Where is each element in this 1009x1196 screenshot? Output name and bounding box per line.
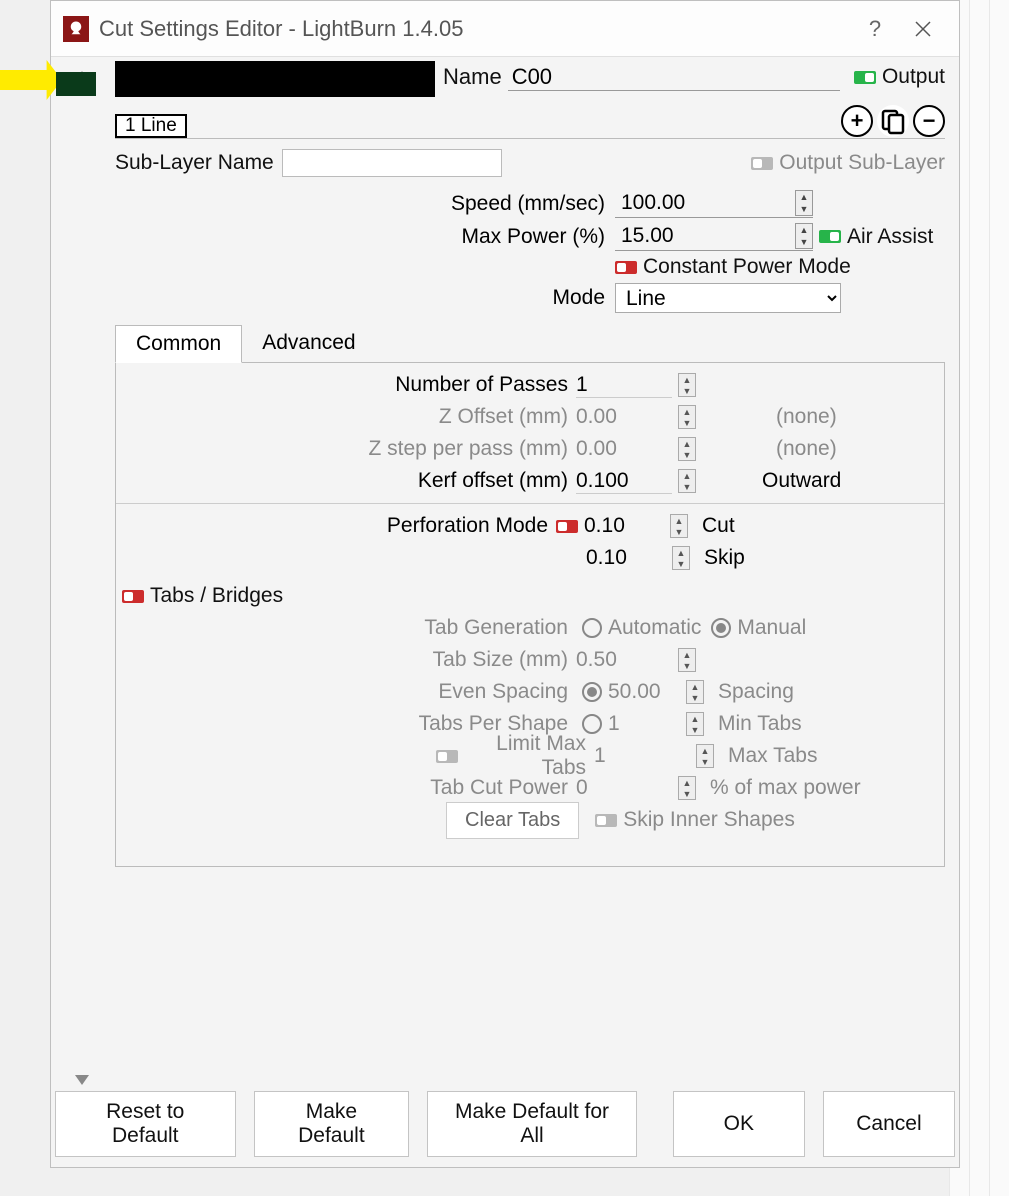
clear-tabs-button[interactable]: Clear Tabs (446, 802, 579, 839)
tabgen-auto-radio[interactable] (582, 618, 602, 638)
output-sublayer-label: Output Sub-Layer (779, 151, 945, 175)
reset-default-button[interactable]: Reset to Default (55, 1091, 236, 1157)
make-default-all-button[interactable]: Make Default for All (427, 1091, 636, 1157)
maxpower-spinner[interactable]: ▲▼ (795, 223, 813, 249)
zoffset-after: (none) (776, 405, 837, 429)
limitmax-label: Limit Max Tabs (464, 732, 594, 780)
help-button[interactable]: ? (851, 5, 899, 53)
evenspace-radio[interactable] (582, 682, 602, 702)
perf-label: Perforation Mode (116, 514, 556, 538)
speed-label: Speed (mm/sec) (115, 192, 615, 216)
constant-power-toggle[interactable] (615, 261, 637, 274)
perf-cut-label: Cut (702, 514, 735, 538)
zoffset-spinner: ▲▼ (678, 405, 696, 429)
tabsize-input: 0.50 (576, 648, 672, 672)
close-button[interactable] (899, 5, 947, 53)
perf-toggle[interactable] (556, 520, 578, 533)
mode-label: Mode (115, 286, 615, 310)
maxpower-label: Max Power (%) (115, 225, 615, 249)
zoffset-label: Z Offset (mm) (116, 405, 576, 429)
limitmax-input: 1 (594, 744, 690, 768)
titlebar: Cut Settings Editor - LightBurn 1.4.05 ? (51, 1, 959, 57)
tabgen-manual-radio[interactable] (711, 618, 731, 638)
common-panel: Number of Passes1▲▼ Z Offset (mm)0.00▲▼(… (115, 363, 945, 867)
tps-radio[interactable] (582, 714, 602, 734)
tabsize-label: Tab Size (mm) (116, 648, 576, 672)
tabgen-manual-label: Manual (737, 616, 806, 640)
zstep-spinner: ▲▼ (678, 437, 696, 461)
limitmax-toggle[interactable] (436, 750, 458, 763)
airassist-label: Air Assist (847, 225, 933, 249)
passes-label: Number of Passes (116, 373, 576, 397)
tps-spinner: ▲▼ (686, 712, 704, 736)
tabcut-label: Tab Cut Power (116, 776, 576, 800)
passes-spinner[interactable]: ▲▼ (678, 373, 696, 397)
output-toggle[interactable] (854, 71, 876, 84)
tabcut-input: 0 (576, 776, 672, 800)
maxpower-input[interactable] (615, 222, 795, 250)
layer-down-icon[interactable] (73, 1073, 91, 1087)
skipinner-toggle[interactable] (595, 814, 617, 827)
kerf-label: Kerf offset (mm) (116, 469, 576, 493)
sublayer-tab-1[interactable]: 1 Line (115, 114, 187, 138)
tabcut-after: % of max power (710, 776, 861, 800)
zstep-label: Z step per pass (mm) (116, 437, 576, 461)
perf-skip-spinner[interactable]: ▲▼ (672, 546, 690, 570)
airassist-toggle[interactable] (819, 230, 841, 243)
name-label: Name (443, 64, 502, 90)
tabs-toggle[interactable] (122, 590, 144, 603)
mode-select[interactable]: Line (615, 283, 841, 313)
name-input[interactable] (508, 63, 840, 91)
tps-after: Min Tabs (718, 712, 802, 736)
layer-rail (65, 61, 99, 1095)
zstep-after: (none) (776, 437, 837, 461)
limitmax-after: Max Tabs (728, 744, 818, 768)
perf-cut-spinner[interactable]: ▲▼ (670, 514, 688, 538)
constant-power-label: Constant Power Mode (643, 255, 851, 279)
perf-cut-input[interactable]: 0.10 (584, 514, 664, 538)
app-icon (63, 16, 89, 42)
speed-spinner[interactable]: ▲▼ (795, 190, 813, 216)
kerf-input[interactable]: 0.100 (576, 469, 672, 494)
make-default-button[interactable]: Make Default (254, 1091, 410, 1157)
evenspace-label: Even Spacing (116, 680, 576, 704)
copy-sublayer-button[interactable] (877, 105, 909, 137)
cancel-button[interactable]: Cancel (823, 1091, 955, 1157)
remove-sublayer-button[interactable]: − (913, 105, 945, 137)
tps-input: 1 (608, 712, 680, 736)
dialog-window: Cut Settings Editor - LightBurn 1.4.05 ?… (50, 0, 960, 1168)
tabgen-auto-label: Automatic (608, 616, 701, 640)
tab-common[interactable]: Common (115, 325, 242, 363)
sublayer-name-label: Sub-Layer Name (115, 151, 274, 175)
kerf-spinner[interactable]: ▲▼ (678, 469, 696, 493)
output-label: Output (882, 65, 945, 89)
passes-input[interactable]: 1 (576, 373, 672, 398)
skipinner-label: Skip Inner Shapes (623, 808, 795, 832)
layer-swatch[interactable] (115, 61, 435, 97)
evenspace-after: Spacing (718, 680, 794, 704)
evenspace-input: 50.00 (608, 680, 680, 704)
ok-button[interactable]: OK (673, 1091, 805, 1157)
perf-skip-input[interactable]: 0.10 (586, 546, 666, 570)
zstep-input: 0.00 (576, 437, 672, 461)
zoffset-input: 0.00 (576, 405, 672, 429)
limitmax-spinner: ▲▼ (696, 744, 714, 768)
kerf-after: Outward (762, 469, 841, 493)
tabgen-label: Tab Generation (116, 616, 576, 640)
tabs-label: Tabs / Bridges (150, 584, 283, 608)
evenspace-spinner: ▲▼ (686, 680, 704, 704)
external-highlight-badge (56, 72, 96, 96)
tabcut-spinner: ▲▼ (678, 776, 696, 800)
sublayer-name-input[interactable] (282, 149, 502, 177)
tab-advanced[interactable]: Advanced (242, 325, 375, 362)
speed-input[interactable] (615, 189, 795, 217)
window-title: Cut Settings Editor - LightBurn 1.4.05 (99, 16, 851, 42)
output-sublayer-toggle[interactable] (751, 157, 773, 170)
tabsize-spinner: ▲▼ (678, 648, 696, 672)
add-sublayer-button[interactable]: + (841, 105, 873, 137)
perf-skip-label: Skip (704, 546, 745, 570)
